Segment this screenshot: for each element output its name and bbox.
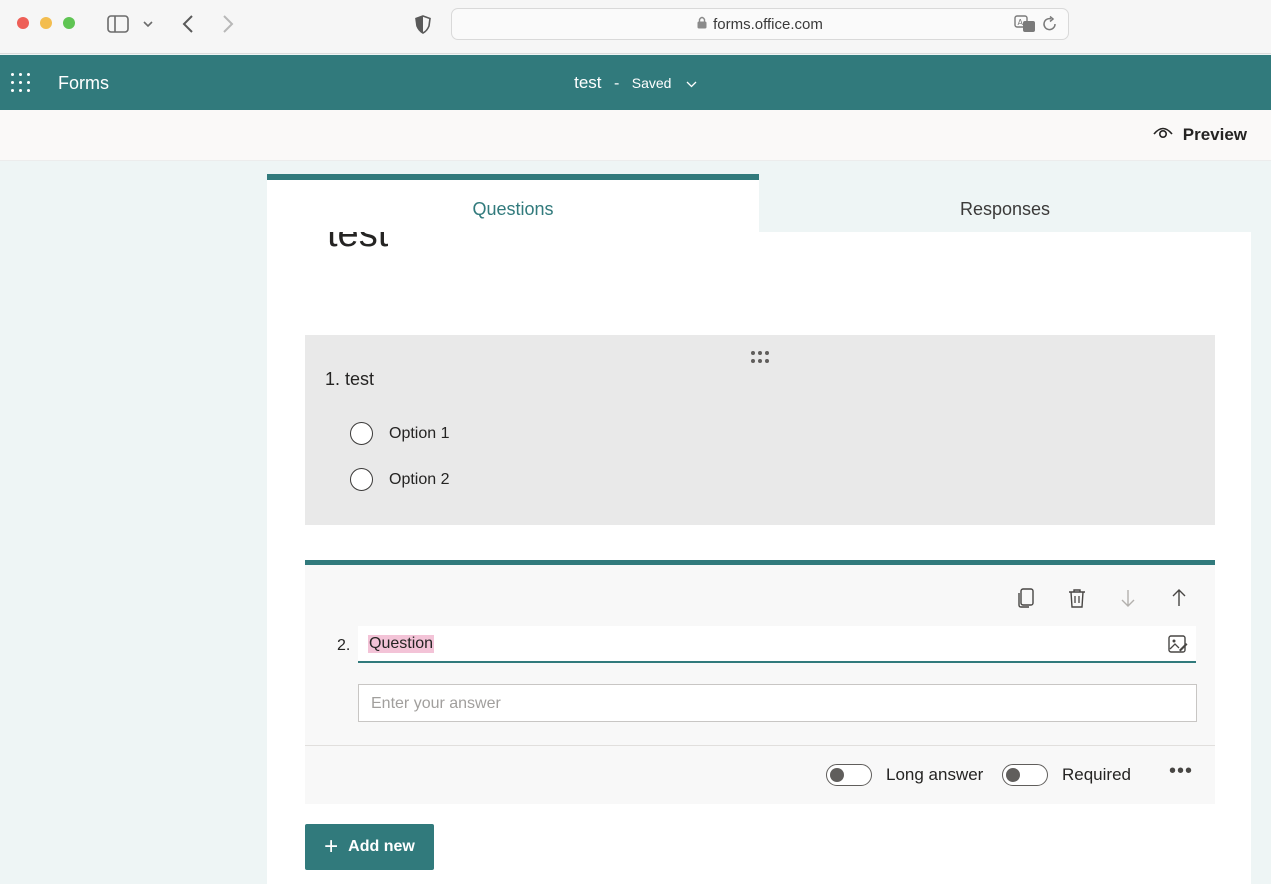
copy-icon[interactable] [1015,587,1037,609]
lock-icon [697,16,707,33]
preview-button[interactable]: Preview [1153,125,1247,145]
choice-option[interactable]: Option 1 [350,422,449,445]
answer-preview-field: Enter your answer [358,684,1197,722]
chevron-down-icon[interactable] [141,12,155,36]
save-status: Saved [631,75,672,91]
tab-questions[interactable]: Questions [267,174,759,232]
address-bar[interactable]: forms.office.com A [451,8,1069,40]
minimize-window-button[interactable] [40,17,52,29]
tab-responses[interactable]: Responses [759,174,1251,232]
move-down-icon[interactable] [1117,587,1139,609]
radio-button[interactable] [350,468,373,491]
question-card-editing[interactable]: 2. Question Enter your answer Long answe… [305,560,1215,804]
add-new-button[interactable]: + Add new [305,824,434,870]
question-number: 2. [337,637,351,654]
delete-icon[interactable] [1066,587,1088,609]
url-text: forms.office.com [713,15,823,33]
required-toggle[interactable]: Required [1002,764,1131,786]
required-label: Required [1062,765,1131,784]
long-answer-label: Long answer [886,765,984,784]
insert-media-icon[interactable] [1168,634,1188,659]
sidebar-toggle-icon[interactable] [105,12,131,36]
title-separator: - [613,75,620,92]
drag-handle-icon[interactable] [751,351,769,363]
privacy-shield-icon[interactable] [412,12,434,36]
browser-toolbar: forms.office.com A [0,0,1271,54]
question-footer: Long answer Required ••• [305,745,1215,804]
reload-icon[interactable] [1042,15,1058,37]
zoom-window-button[interactable] [63,17,75,29]
plus-icon: + [324,833,339,860]
translate-icon[interactable]: A [1014,15,1036,37]
add-new-label: Add new [348,838,415,855]
form-title-menu[interactable]: test - Saved [0,73,1271,93]
close-window-button[interactable] [17,17,29,29]
question-title: 1. test [325,369,374,390]
tab-bar: Questions Responses [267,174,1251,232]
question-card[interactable]: 1. test Option 1 Option 2 [305,335,1215,525]
more-options-icon[interactable]: ••• [1169,760,1193,783]
chevron-down-icon [686,75,697,93]
forward-icon[interactable] [218,12,238,36]
question-number: 1. [325,369,341,389]
option-label: Option 2 [389,470,450,488]
required-switch[interactable] [1002,764,1048,786]
question-text: test [345,369,375,389]
question-title-value: Question [368,635,435,653]
long-answer-toggle[interactable]: Long answer [826,764,983,786]
radio-button[interactable] [350,422,373,445]
question-title-input[interactable]: Question [358,626,1196,663]
app-header: Forms test - Saved [0,55,1271,110]
move-up-icon[interactable] [1168,587,1190,609]
preview-label: Preview [1182,125,1247,144]
header-form-title: test [574,73,602,92]
choice-option[interactable]: Option 2 [350,468,449,491]
back-icon[interactable] [178,12,198,36]
question-toolbar [1015,587,1190,609]
form-canvas: test Questions Responses 1. test Option … [267,174,1251,884]
svg-text:A: A [1018,18,1024,27]
option-label: Option 1 [389,424,450,442]
long-answer-switch[interactable] [826,764,872,786]
command-bar: Preview [0,110,1271,161]
eye-icon [1153,125,1173,145]
